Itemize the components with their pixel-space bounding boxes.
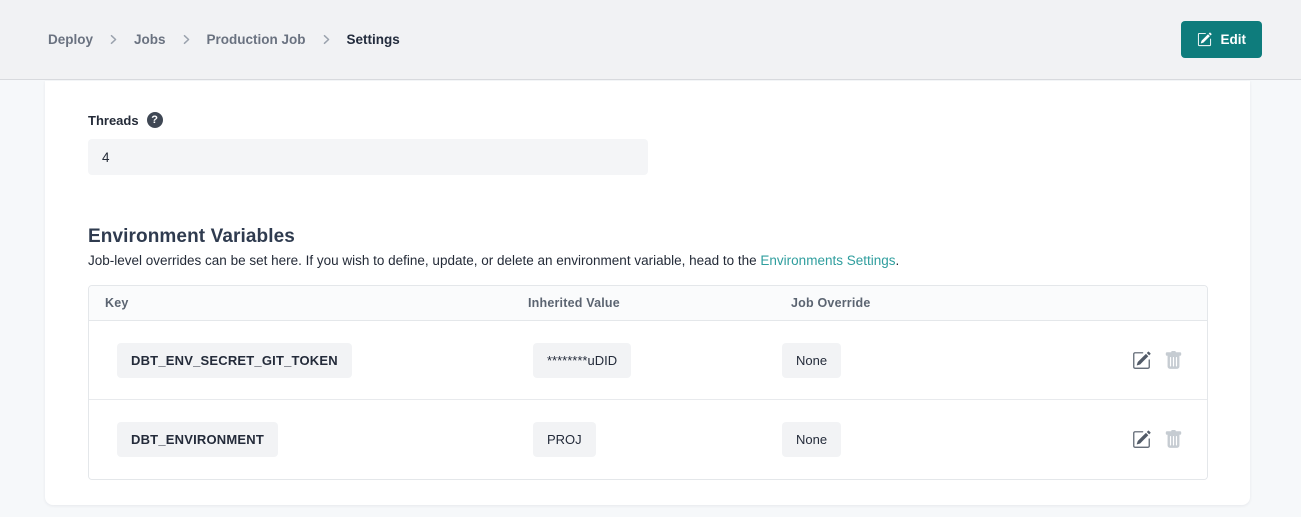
chevron-right-icon	[108, 34, 119, 45]
pencil-square-icon	[1197, 32, 1212, 47]
env-var-key-pill: DBT_ENV_SECRET_GIT_TOKEN	[117, 343, 352, 378]
env-var-key-pill: DBT_ENVIRONMENT	[117, 422, 278, 457]
trash-icon	[1164, 351, 1183, 370]
description-period: .	[896, 253, 900, 268]
edit-variable-button[interactable]	[1132, 351, 1151, 370]
edit-button-label: Edit	[1221, 32, 1247, 47]
trash-icon	[1164, 430, 1183, 449]
edit-variable-button[interactable]	[1132, 430, 1151, 449]
column-header-inherited-value: Inherited Value	[528, 296, 782, 310]
threads-field: Threads ?	[88, 112, 1207, 175]
description-text: Job-level overrides can be set here. If …	[88, 253, 760, 268]
column-header-key: Key	[89, 296, 528, 310]
env-vars-title: Environment Variables	[88, 226, 1207, 248]
breadcrumb-settings[interactable]: Settings	[347, 32, 400, 47]
breadcrumb-production-job[interactable]: Production Job	[207, 32, 306, 47]
pencil-square-icon	[1132, 430, 1151, 449]
environments-settings-link[interactable]: Environments Settings	[760, 253, 895, 268]
env-var-job-override-pill: None	[782, 422, 841, 457]
breadcrumb: Deploy Jobs Production Job Settings	[48, 32, 400, 47]
question-circle-icon[interactable]: ?	[147, 112, 163, 128]
delete-variable-button[interactable]	[1164, 351, 1183, 370]
chevron-right-icon	[181, 34, 192, 45]
chevron-right-icon	[321, 34, 332, 45]
env-var-row: DBT_ENVIRONMENT PROJ None	[89, 400, 1207, 479]
env-var-row: DBT_ENV_SECRET_GIT_TOKEN ********uDID No…	[89, 321, 1207, 400]
env-vars-table: Key Inherited Value Job Override DBT_ENV…	[88, 285, 1208, 480]
breadcrumb-deploy[interactable]: Deploy	[48, 32, 93, 47]
threads-label: Threads	[88, 113, 139, 128]
threads-input[interactable]	[88, 139, 648, 175]
pencil-square-icon	[1132, 351, 1151, 370]
delete-variable-button[interactable]	[1164, 430, 1183, 449]
env-var-rows: DBT_ENV_SECRET_GIT_TOKEN ********uDID No…	[89, 321, 1207, 479]
column-header-job-override: Job Override	[782, 296, 1115, 310]
breadcrumb-jobs[interactable]: Jobs	[134, 32, 166, 47]
edit-button[interactable]: Edit	[1181, 21, 1263, 58]
page-header: Deploy Jobs Production Job Settings Edit	[0, 0, 1301, 80]
env-var-job-override-pill: None	[782, 343, 841, 378]
settings-card: Threads ? Environment Variables Job-leve…	[45, 81, 1250, 505]
env-vars-description: Job-level overrides can be set here. If …	[88, 253, 1207, 268]
env-vars-table-header: Key Inherited Value Job Override	[89, 286, 1207, 321]
env-var-inherited-value-pill: PROJ	[533, 422, 596, 457]
env-var-inherited-value-pill: ********uDID	[533, 343, 631, 378]
